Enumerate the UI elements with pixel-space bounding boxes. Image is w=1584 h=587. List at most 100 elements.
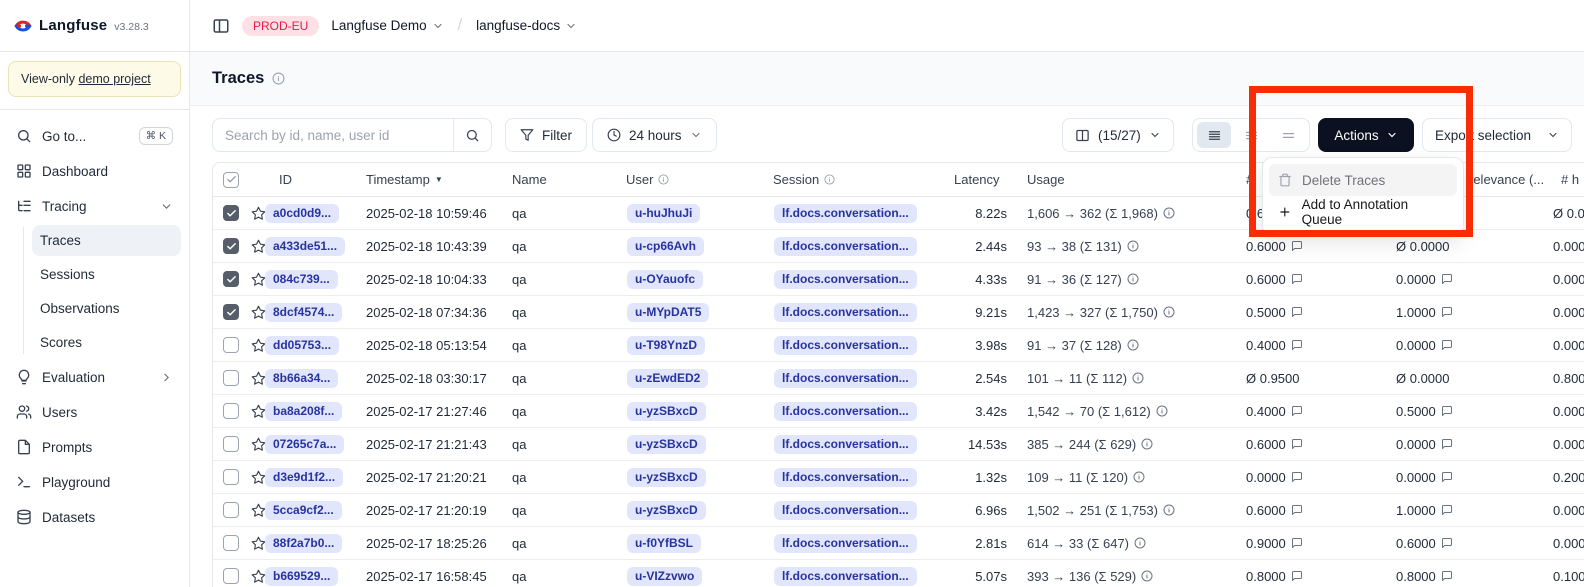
trace-id-badge[interactable]: 8b66a34... (265, 369, 338, 388)
session-id-badge[interactable]: lf.docs.conversation... (774, 336, 917, 355)
comment-bubble-icon[interactable] (1291, 306, 1303, 318)
trace-id-badge[interactable]: b669529... (265, 567, 338, 586)
info-icon[interactable] (272, 72, 285, 85)
bookmark-star-icon[interactable] (251, 494, 266, 526)
comment-bubble-icon[interactable] (1291, 339, 1303, 351)
trace-id-badge[interactable]: 084c739... (265, 270, 338, 289)
filter-button[interactable]: Filter (505, 118, 587, 152)
bookmark-star-icon[interactable] (251, 263, 266, 295)
table-row[interactable]: 8dcf4574... 2025-02-18 07:34:36 qa u-MYp… (213, 296, 1584, 329)
row-checkbox[interactable] (223, 436, 239, 452)
row-checkbox[interactable] (223, 304, 239, 320)
row-checkbox[interactable] (223, 271, 239, 287)
session-id-badge[interactable]: lf.docs.conversation... (774, 237, 917, 256)
table-row[interactable]: 88f2a7b0... 2025-02-17 18:25:26 qa u-f0Y… (213, 527, 1584, 560)
row-checkbox[interactable] (223, 337, 239, 353)
comment-bubble-icon[interactable] (1441, 273, 1453, 285)
session-id-badge[interactable]: lf.docs.conversation... (774, 204, 917, 223)
sidebar-item-sessions[interactable]: Sessions (32, 259, 181, 290)
info-icon[interactable] (1163, 504, 1175, 516)
user-id-badge[interactable]: u-huJhuJi (627, 204, 700, 223)
info-icon[interactable] (1134, 537, 1146, 549)
column-visibility-button[interactable]: (15/27) (1062, 118, 1174, 152)
demo-project-link[interactable]: demo project (78, 72, 150, 86)
project-switcher[interactable]: langfuse-docs (476, 18, 577, 33)
export-selection-button[interactable]: Export selection (1422, 118, 1572, 152)
user-id-badge[interactable]: u-yzSBxcD (627, 402, 706, 421)
trace-id-badge[interactable]: dd05753... (265, 336, 339, 355)
bookmark-star-icon[interactable] (251, 527, 266, 559)
row-checkbox[interactable] (223, 535, 239, 551)
search-submit-button[interactable] (453, 119, 491, 151)
info-icon[interactable] (1127, 339, 1139, 351)
comment-bubble-icon[interactable] (1441, 438, 1453, 450)
bookmark-star-icon[interactable] (251, 296, 266, 328)
user-id-badge[interactable]: u-cp66Avh (627, 237, 704, 256)
header-session[interactable]: Session (773, 163, 835, 196)
session-id-badge[interactable]: lf.docs.conversation... (774, 501, 917, 520)
bookmark-star-icon[interactable] (251, 329, 266, 361)
comment-bubble-icon[interactable] (1441, 504, 1453, 516)
info-icon[interactable] (1127, 240, 1139, 252)
info-icon[interactable] (1156, 405, 1168, 417)
sidebar-item-observations[interactable]: Observations (32, 293, 181, 324)
actions-button[interactable]: Actions (1318, 118, 1414, 152)
info-icon[interactable] (1127, 273, 1139, 285)
sidebar-item-traces[interactable]: Traces (32, 225, 181, 256)
trace-id-badge[interactable]: 88f2a7b0... (265, 534, 342, 553)
bookmark-star-icon[interactable] (251, 428, 266, 460)
header-score-truncated[interactable]: # (1246, 163, 1253, 196)
session-id-badge[interactable]: lf.docs.conversation... (774, 270, 917, 289)
info-icon[interactable] (1141, 570, 1153, 582)
session-id-badge[interactable]: lf.docs.conversation... (774, 567, 917, 586)
bookmark-star-icon[interactable] (251, 362, 266, 394)
row-checkbox[interactable] (223, 502, 239, 518)
header-user[interactable]: User (626, 163, 669, 196)
comment-bubble-icon[interactable] (1291, 405, 1303, 417)
header-count-truncated[interactable]: # h (1561, 163, 1579, 196)
bookmark-star-icon[interactable] (251, 230, 266, 262)
goto-search[interactable]: Go to... ⌘ K (8, 120, 181, 152)
sidebar-item-dashboard[interactable]: Dashboard (8, 155, 181, 187)
select-all-checkbox[interactable] (223, 172, 239, 188)
bookmark-star-icon[interactable] (251, 197, 266, 229)
user-id-badge[interactable]: u-OYauofc (627, 270, 703, 289)
time-range-button[interactable]: 24 hours (592, 118, 717, 152)
sidebar-item-datasets[interactable]: Datasets (8, 501, 181, 533)
header-relevance[interactable]: relevance (... (1469, 163, 1544, 196)
sidebar-item-evaluation[interactable]: Evaluation (8, 361, 181, 393)
comment-bubble-icon[interactable] (1441, 306, 1453, 318)
info-icon[interactable] (1141, 438, 1153, 450)
sidebar-item-prompts[interactable]: Prompts (8, 431, 181, 463)
user-id-badge[interactable]: u-yzSBxcD (627, 501, 706, 520)
comment-bubble-icon[interactable] (1291, 471, 1303, 483)
user-id-badge[interactable]: u-T98YnzD (627, 336, 705, 355)
session-id-badge[interactable]: lf.docs.conversation... (774, 468, 917, 487)
sidebar-item-scores[interactable]: Scores (32, 327, 181, 358)
user-id-badge[interactable]: u-zEwdED2 (627, 369, 708, 388)
row-height-small-button[interactable] (1197, 122, 1231, 148)
sidebar-item-playground[interactable]: Playground (8, 466, 181, 498)
comment-bubble-icon[interactable] (1441, 405, 1453, 417)
table-row[interactable]: 5cca9cf2... 2025-02-17 21:20:19 qa u-yzS… (213, 494, 1584, 527)
comment-bubble-icon[interactable] (1291, 537, 1303, 549)
row-checkbox[interactable] (223, 370, 239, 386)
table-row[interactable]: 8b66a34... 2025-02-18 03:30:17 qa u-zEwd… (213, 362, 1584, 395)
row-checkbox[interactable] (223, 568, 239, 584)
bookmark-star-icon[interactable] (251, 395, 266, 427)
trace-id-badge[interactable]: 5cca9cf2... (265, 501, 342, 520)
user-id-badge[interactable]: u-f0YfBSL (627, 534, 701, 553)
header-timestamp[interactable]: Timestamp ▼ (366, 163, 443, 196)
header-usage[interactable]: Usage (1027, 163, 1065, 196)
info-icon[interactable] (1163, 306, 1175, 318)
sidebar-item-users[interactable]: Users (8, 396, 181, 428)
bookmark-star-icon[interactable] (251, 560, 266, 587)
comment-bubble-icon[interactable] (1441, 471, 1453, 483)
table-row[interactable]: d3e9d1f2... 2025-02-17 21:20:21 qa u-yzS… (213, 461, 1584, 494)
session-id-badge[interactable]: lf.docs.conversation... (774, 303, 917, 322)
row-checkbox[interactable] (223, 469, 239, 485)
user-id-badge[interactable]: u-MYpDAT5 (627, 303, 709, 322)
bookmark-star-icon[interactable] (251, 461, 266, 493)
comment-bubble-icon[interactable] (1291, 240, 1303, 252)
header-name[interactable]: Name (512, 163, 547, 196)
